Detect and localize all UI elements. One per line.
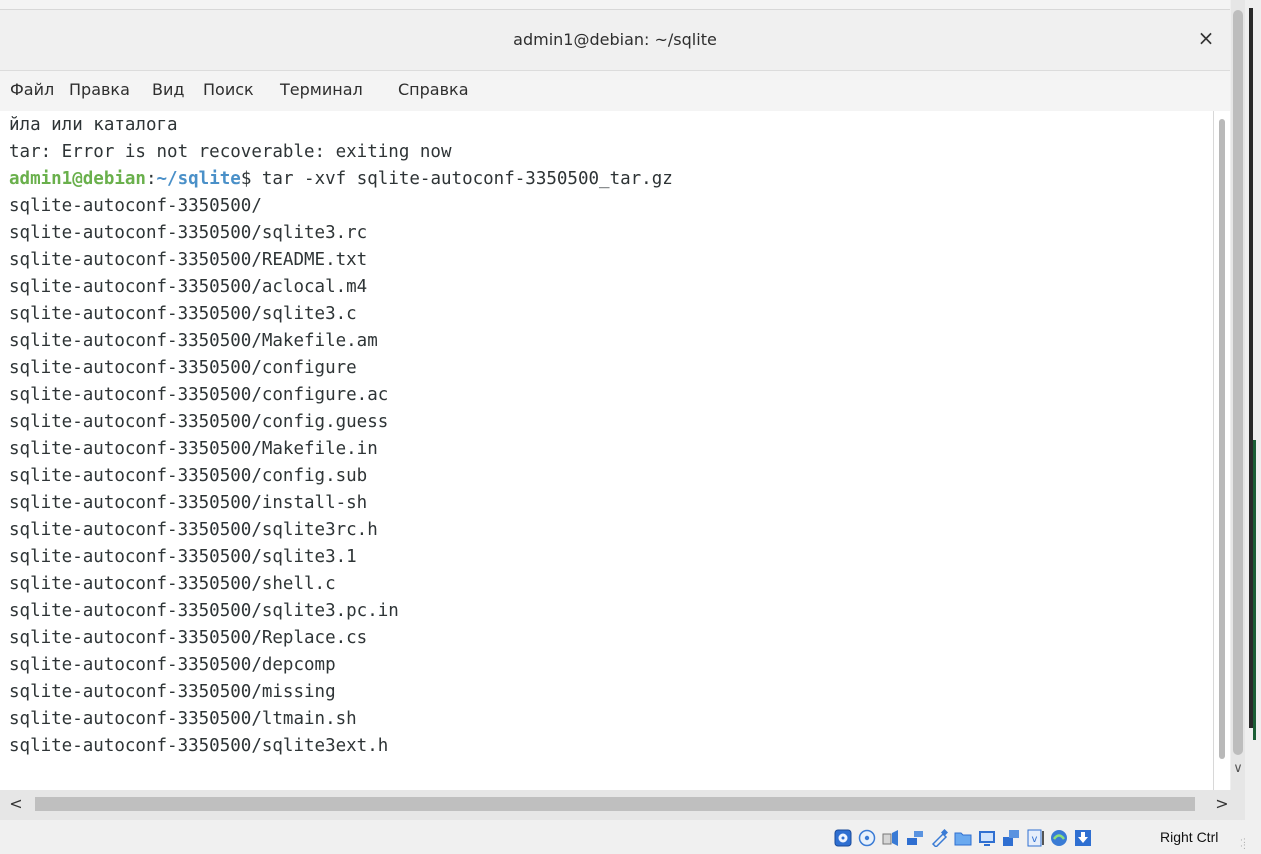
terminal-line: sqlite-autoconf-3350500/configure.ac <box>9 385 389 405</box>
scroll-left-icon[interactable]: < <box>8 794 24 814</box>
menu-file[interactable]: Файл <box>10 80 54 99</box>
vm-horizontal-scroll-thumb[interactable] <box>35 797 1195 811</box>
vm-vertical-scroll-thumb[interactable] <box>1233 10 1243 755</box>
terminal-line: sqlite-autoconf-3350500/shell.c <box>9 574 336 594</box>
terminal-line: sqlite-autoconf-3350500/sqlite3.1 <box>9 547 357 567</box>
terminal-line: sqlite-autoconf-3350500/config.sub <box>9 466 368 486</box>
network-activity-icon[interactable] <box>1002 829 1020 847</box>
terminal-line: sqlite-autoconf-3350500/aclocal.m4 <box>9 277 368 297</box>
scroll-right-icon[interactable]: > <box>1214 794 1230 814</box>
terminal-line: sqlite-autoconf-3350500/sqlite3.c <box>9 304 357 324</box>
window-title: admin1@debian: ~/sqlite <box>513 30 717 49</box>
usb-icon[interactable] <box>930 829 948 847</box>
hard-disk-icon[interactable] <box>834 829 852 847</box>
terminal-line: sqlite-autoconf-3350500/Replace.cs <box>9 628 368 648</box>
audio-icon[interactable] <box>882 829 900 847</box>
terminal-line: sqlite-autoconf-3350500/README.txt <box>9 250 368 270</box>
vm-vertical-scrollbar[interactable]: ∨ <box>1231 0 1245 790</box>
host-key-label: Right Ctrl <box>1160 829 1219 845</box>
terminal-line: sqlite-autoconf-3350500/depcomp <box>9 655 336 675</box>
terminal-line: sqlite-autoconf-3350500/Makefile.am <box>9 331 378 351</box>
prompt-user-host: admin1@debian <box>9 169 146 189</box>
prompt-path: ~/sqlite <box>156 169 241 189</box>
shared-folder-icon[interactable] <box>954 829 972 847</box>
menu-edit[interactable]: Правка <box>69 80 130 99</box>
prompt-command: tar -xvf sqlite-autoconf-3350500_tar.gz <box>251 169 673 189</box>
scroll-down-icon[interactable]: ∨ <box>1231 760 1245 778</box>
menu-search[interactable]: Поиск <box>203 80 254 99</box>
prompt-symbol: $ <box>240 169 252 189</box>
terminal-line: sqlite-autoconf-3350500/sqlite3.rc <box>9 223 368 243</box>
terminal-line: sqlite-autoconf-3350500/sqlite3rc.h <box>9 520 378 540</box>
terminal-vertical-scrollbar[interactable] <box>1213 111 1230 790</box>
terminal-line: sqlite-autoconf-3350500/install-sh <box>9 493 368 513</box>
title-bar[interactable]: admin1@debian: ~/sqlite × <box>0 10 1230 71</box>
terminal-window: admin1@debian: ~/sqlite × Файл Правка Ви… <box>0 0 1230 790</box>
resize-grip-icon[interactable]: ·: ·: <box>1240 837 1252 852</box>
terminal-line: sqlite-autoconf-3350500/ltmain.sh <box>9 709 357 729</box>
prompt-line: admin1@debian:~/sqlite$ tar -xvf sqlite-… <box>9 166 673 193</box>
svg-text:v: v <box>1032 834 1038 845</box>
optical-drive-icon[interactable] <box>858 829 876 847</box>
vrde-icon[interactable]: v <box>1026 829 1044 847</box>
keyboard-capture-icon[interactable] <box>1074 829 1092 847</box>
menu-terminal[interactable]: Терминал <box>280 80 363 99</box>
terminal-line: sqlite-autoconf-3350500/missing <box>9 682 336 702</box>
menu-view[interactable]: Вид <box>152 80 184 99</box>
display-icon[interactable] <box>978 829 996 847</box>
vm-horizontal-scrollbar[interactable]: < > <box>0 790 1245 820</box>
terminal-line: sqlite-autoconf-3350500/sqlite3ext.h <box>9 736 389 756</box>
terminal-line: йла или каталога <box>9 115 178 135</box>
vm-status-bar: v Right Ctrl ·: ·: <box>0 820 1261 854</box>
prompt-separator: : <box>145 169 157 189</box>
mouse-integration-icon[interactable] <box>1050 829 1068 847</box>
terminal-output[interactable]: йла или каталога tar: Error is not recov… <box>0 111 1213 790</box>
terminal-line: sqlite-autoconf-3350500/config.guess <box>9 412 389 432</box>
terminal-line: sqlite-autoconf-3350500/Makefile.in <box>9 439 378 459</box>
network-icon[interactable] <box>906 829 924 847</box>
close-icon[interactable]: × <box>1196 28 1216 48</box>
menu-help[interactable]: Справка <box>398 80 469 99</box>
terminal-line: sqlite-autoconf-3350500/configure <box>9 358 357 378</box>
terminal-scroll-thumb[interactable] <box>1219 119 1225 759</box>
terminal-line: sqlite-autoconf-3350500/sqlite3.pc.in <box>9 601 399 621</box>
terminal-line: sqlite-autoconf-3350500/ <box>9 196 262 216</box>
host-border-accent <box>1253 440 1256 740</box>
window-top-strip <box>0 0 1230 10</box>
menu-bar: Файл Правка Вид Поиск Терминал Справка <box>0 71 1230 111</box>
terminal-line: tar: Error is not recoverable: exiting n… <box>9 142 452 162</box>
